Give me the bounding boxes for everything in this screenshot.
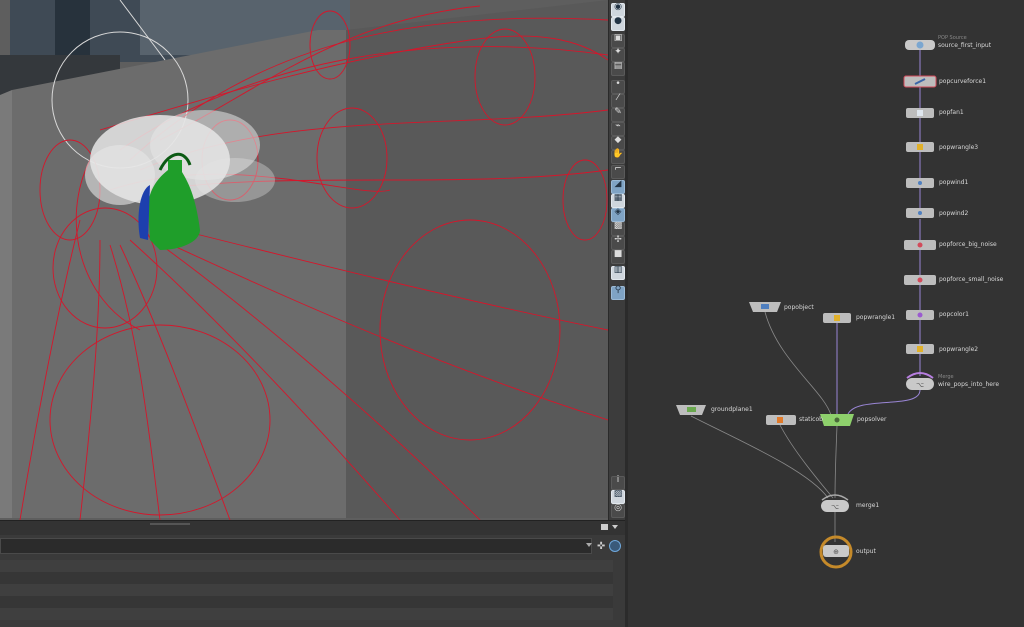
- node-label[interactable]: popwrangle1: [856, 314, 895, 321]
- wall-side: [346, 0, 608, 518]
- brush-icon[interactable]: ⁄: [611, 93, 625, 108]
- pivot-icon[interactable]: ✢: [611, 235, 625, 250]
- viewport-canvas[interactable]: [0, 0, 608, 520]
- groundplane1-node[interactable]: [676, 405, 706, 415]
- node-label[interactable]: popobject: [784, 304, 814, 311]
- pin-view-icon[interactable]: ⚲: [611, 285, 625, 300]
- paint-icon[interactable]: ✋: [611, 149, 625, 164]
- wireframe-icon[interactable]: ◢: [611, 179, 625, 194]
- texture-icon[interactable]: ▤: [611, 61, 625, 76]
- node-label[interactable]: wire_pops_into_here: [938, 381, 999, 388]
- help-icon[interactable]: ▨: [611, 489, 625, 504]
- display-icon[interactable]: ◈: [611, 207, 625, 222]
- wall-front: [12, 30, 346, 518]
- shaded-icon[interactable]: ▦: [611, 193, 625, 208]
- output-node[interactable]: ⊕: [819, 535, 853, 569]
- chevron-down-icon[interactable]: [586, 543, 592, 547]
- svg-text:⊕: ⊕: [833, 548, 839, 556]
- wall-edge: [0, 90, 12, 518]
- tab-indicator: [150, 523, 190, 525]
- source-first-input-node[interactable]: [905, 40, 935, 50]
- node-label[interactable]: popfan1: [939, 109, 964, 116]
- popwind1-node[interactable]: [906, 178, 934, 188]
- scene-viewport[interactable]: [0, 0, 608, 520]
- dot-icon[interactable]: •: [611, 79, 625, 94]
- node-label[interactable]: staticob: [799, 416, 823, 423]
- node-label[interactable]: groundplane1: [711, 406, 753, 413]
- grid-icon[interactable]: ▥: [611, 265, 625, 280]
- popwind2-node[interactable]: [906, 208, 934, 218]
- view-icon[interactable]: ●: [611, 16, 625, 31]
- info-icon[interactable]: i: [611, 475, 625, 490]
- network-editor[interactable]: ⌥ ⌥ ⊕ POP Source source_first_input popc…: [628, 0, 1024, 627]
- measure-icon[interactable]: ⌐: [611, 164, 625, 179]
- gallery-icon[interactable]: ▩: [611, 221, 625, 236]
- filter-input[interactable]: [0, 538, 592, 554]
- list-item[interactable]: [0, 584, 613, 596]
- gray-wires: [690, 311, 838, 542]
- snap-icon[interactable]: ⌁: [611, 121, 625, 136]
- popfan1-node[interactable]: [906, 108, 934, 118]
- node-label[interactable]: popforce_small_noise: [939, 276, 1003, 283]
- node-label[interactable]: merge1: [856, 502, 879, 509]
- bottom-tabbar: [0, 520, 625, 535]
- popwrangle2-node[interactable]: [906, 344, 934, 354]
- viewport-toolbar: ◉ ● ▣ ✦ ▤ • ⁄ ✎ ⌁ ◆ ✋ ⌐ ◢ ▦ ◈ ▩ ✢ ■ ▥ ⚲ …: [608, 0, 626, 520]
- node-label[interactable]: popwind2: [939, 210, 968, 217]
- node-label[interactable]: popwrangle2: [939, 346, 978, 353]
- node-type-label: POP Source: [938, 35, 967, 41]
- node-type-label: Merge: [938, 374, 954, 380]
- node-label[interactable]: popforce_big_noise: [939, 241, 997, 248]
- popforce-big-noise-node[interactable]: [904, 240, 936, 250]
- svg-text:⌥: ⌥: [916, 381, 924, 389]
- bottom-panel: ✜: [0, 520, 625, 627]
- filter-row: ✜: [0, 535, 625, 557]
- chevron-down-icon: [612, 525, 618, 529]
- popwrangle1-node[interactable]: [823, 313, 851, 323]
- background-icon[interactable]: ■: [611, 249, 625, 264]
- list-item[interactable]: [0, 608, 613, 620]
- pen-icon[interactable]: ✎: [611, 107, 625, 122]
- popcurveforce1-node[interactable]: [903, 75, 937, 88]
- node-label[interactable]: popcurveforce1: [939, 78, 986, 85]
- popforce-small-noise-node[interactable]: [904, 275, 936, 285]
- select-icon[interactable]: ◉: [611, 2, 625, 17]
- popcolor1-node[interactable]: [906, 310, 934, 320]
- popsolver-node[interactable]: [820, 414, 854, 426]
- settings-icon[interactable]: ◎: [611, 503, 625, 518]
- pane-layout-icon: [601, 524, 608, 530]
- node-label[interactable]: popsolver: [857, 416, 886, 423]
- handle-icon[interactable]: ◆: [611, 135, 625, 150]
- svg-text:⌥: ⌥: [831, 503, 839, 511]
- node-label[interactable]: source_first_input: [938, 42, 991, 49]
- light-icon[interactable]: ✦: [611, 47, 625, 62]
- node-label[interactable]: popcolor1: [939, 311, 969, 318]
- node-label[interactable]: popwind1: [939, 179, 968, 186]
- popobject-node[interactable]: [749, 302, 781, 312]
- pane-menu-button[interactable]: [601, 524, 619, 533]
- pin-icon[interactable]: ✜: [597, 541, 605, 552]
- link-icon[interactable]: [609, 540, 621, 552]
- chain-wires: [836, 50, 921, 415]
- list-item[interactable]: [0, 572, 613, 584]
- list-item[interactable]: [0, 596, 613, 608]
- camera-icon[interactable]: ▣: [611, 33, 625, 48]
- popwrangle3-node[interactable]: [906, 142, 934, 152]
- list-item[interactable]: [0, 560, 613, 572]
- node-label[interactable]: output: [856, 548, 876, 555]
- node-label[interactable]: popwrangle3: [939, 144, 978, 151]
- staticobject-node[interactable]: [766, 415, 796, 425]
